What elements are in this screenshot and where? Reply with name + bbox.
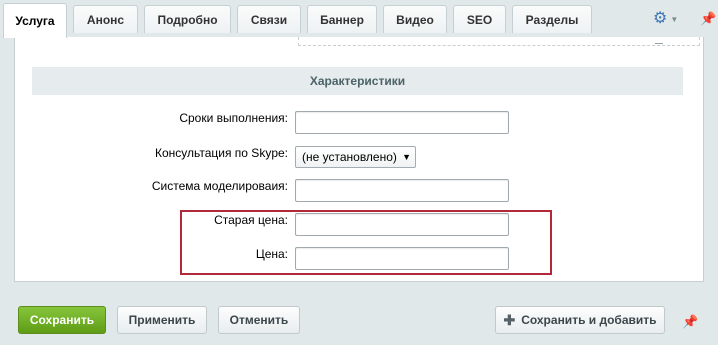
save-button[interactable]: Сохранить	[18, 306, 106, 334]
tab-bar: Услуга Анонс Подробно Связи Баннер Видео…	[0, 0, 718, 38]
tab-video[interactable]: Видео	[383, 5, 447, 33]
skype-label: Консультация по Skype:	[155, 146, 288, 160]
tab-svyazi[interactable]: Связи	[237, 5, 301, 33]
collapse-mark	[655, 43, 663, 44]
tab-anons[interactable]: Анонс	[73, 5, 138, 33]
tab-label: Подробно	[157, 12, 218, 27]
old-price-label: Старая цена:	[214, 213, 288, 227]
tab-label: Баннер	[320, 12, 364, 27]
tab-label: Связи	[250, 12, 288, 27]
dashed-container-edge	[298, 37, 700, 46]
cancel-button-label: Отменить	[229, 313, 289, 327]
tab-label: Видео	[396, 12, 434, 27]
tab-label: SEO	[466, 12, 493, 27]
tab-label: Разделы	[525, 12, 579, 27]
modeling-label: Система моделироваия:	[151, 179, 288, 193]
price-label: Цена:	[255, 247, 288, 261]
price-input[interactable]	[295, 247, 509, 270]
apply-button[interactable]: Применить	[117, 306, 207, 334]
tab-razdely[interactable]: Разделы	[512, 5, 592, 33]
section-title: Характеристики	[309, 74, 406, 88]
apply-button-label: Применить	[128, 313, 196, 327]
plus-icon: ✚	[503, 311, 516, 328]
modeling-input[interactable]	[295, 179, 509, 202]
save-and-add-label: Сохранить и добавить	[521, 313, 657, 327]
tab-banner[interactable]: Баннер	[307, 5, 377, 33]
save-and-add-button[interactable]: ✚ Сохранить и добавить	[495, 306, 665, 334]
dropdown-arrow-icon: ▼	[402, 152, 411, 162]
skype-select[interactable]: (не установлено) ▼	[295, 146, 416, 168]
cancel-button[interactable]: Отменить	[218, 306, 300, 334]
tab-label: Анонс	[86, 12, 125, 27]
old-price-input[interactable]	[295, 213, 509, 236]
settings-button[interactable]: ⚙ ▼	[653, 10, 683, 28]
tab-usluga[interactable]: Услуга	[3, 3, 67, 38]
tab-podrobno[interactable]: Подробно	[144, 5, 231, 33]
duration-label: Сроки выполнения:	[179, 111, 288, 125]
pin-icon[interactable]: 📌	[682, 314, 698, 330]
duration-input[interactable]	[295, 111, 509, 134]
skype-select-value: (не установлено)	[302, 150, 397, 164]
tab-label: Услуга	[15, 14, 55, 28]
gear-icon: ⚙	[653, 10, 668, 27]
section-header: Характеристики	[32, 67, 683, 95]
chevron-down-icon: ▼	[670, 14, 679, 24]
save-button-label: Сохранить	[29, 313, 95, 327]
tab-seo[interactable]: SEO	[453, 5, 506, 33]
pin-icon[interactable]: 📌	[700, 11, 716, 27]
